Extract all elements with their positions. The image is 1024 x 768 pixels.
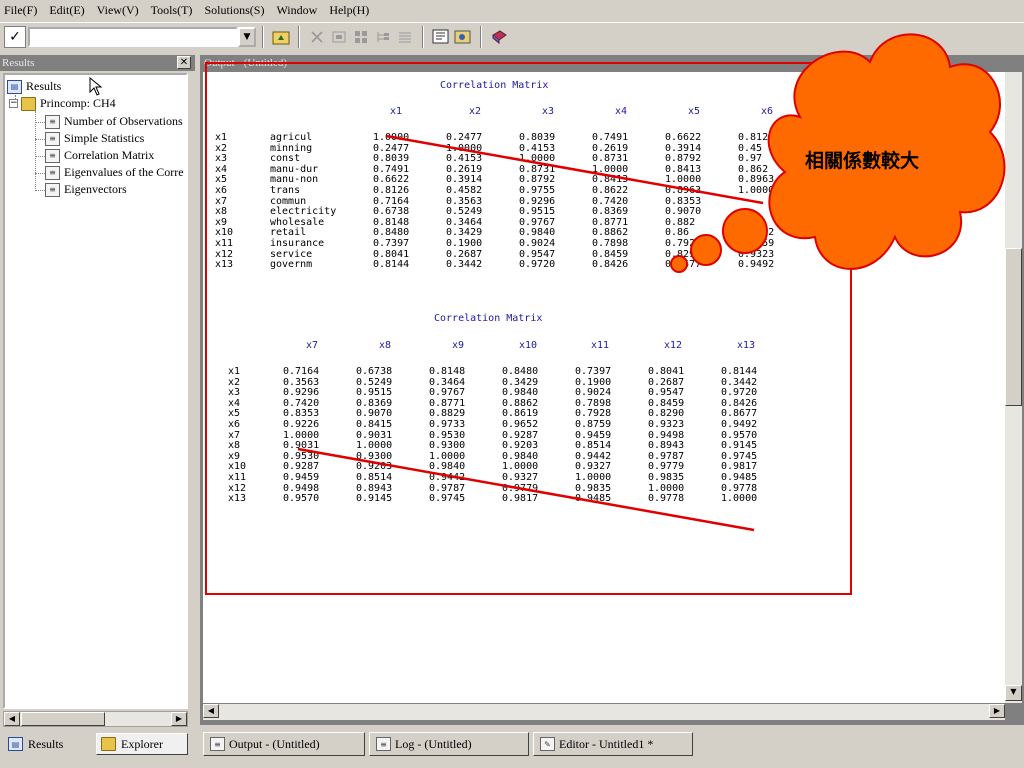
thought-bubble [690, 234, 722, 266]
thought-bubble [670, 255, 688, 273]
thought-bubble [722, 208, 768, 254]
callout-bubbles [670, 208, 768, 273]
sas-application-window: File(F) Edit(E) View(V) Tools(T) Solutio… [0, 0, 1024, 768]
callout-text: 相關係數較大 [805, 150, 920, 172]
